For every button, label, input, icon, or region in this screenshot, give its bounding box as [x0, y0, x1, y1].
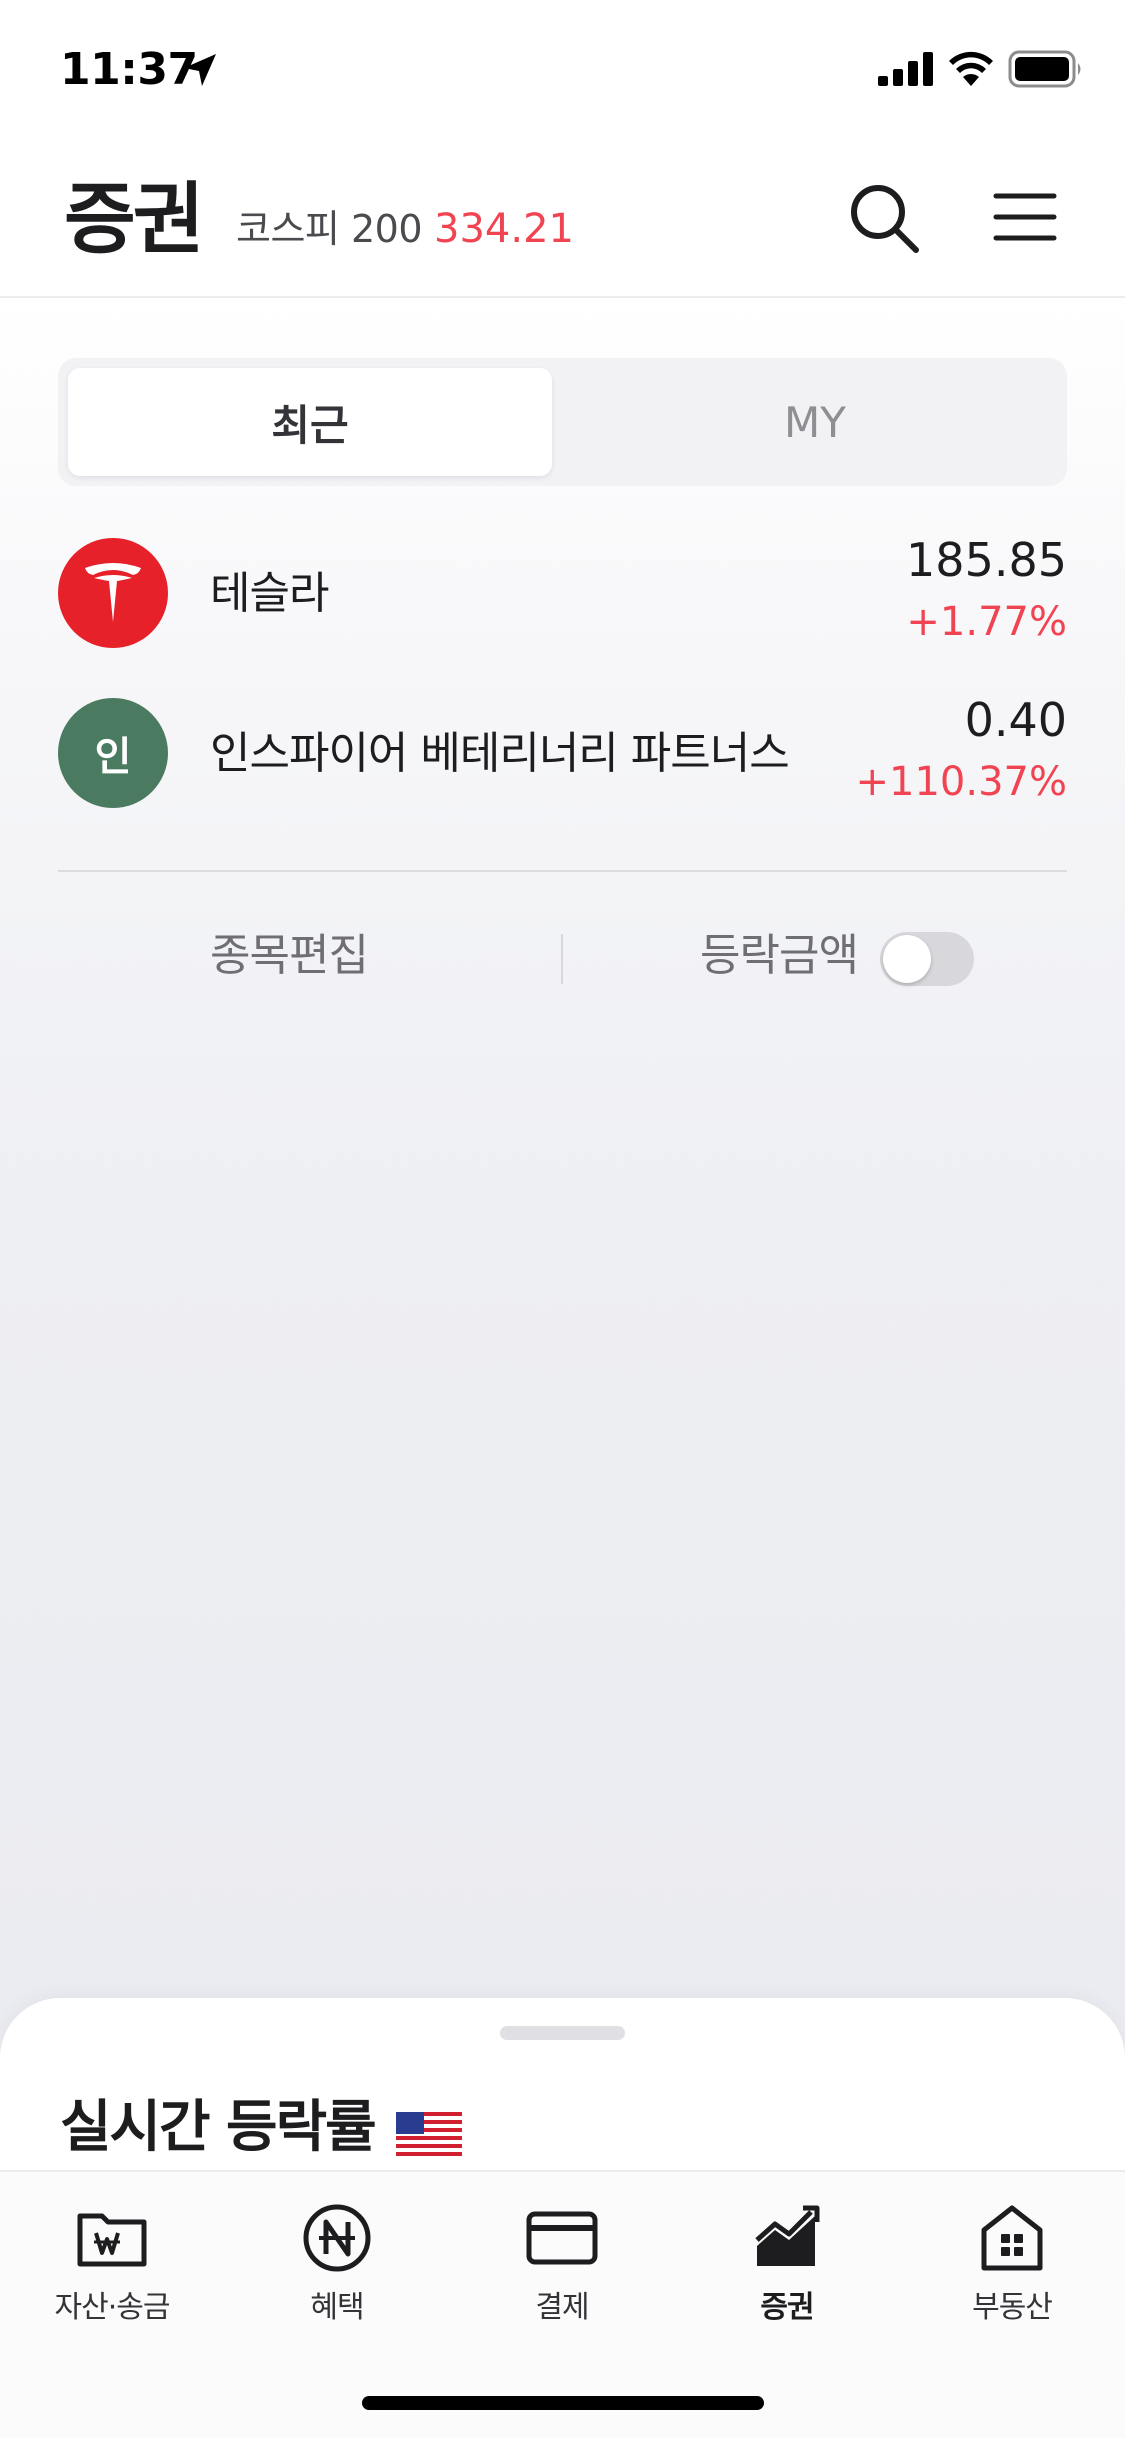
stock-change: +1.77% [906, 599, 1067, 645]
tab-label: 혜택 [310, 2290, 364, 2325]
tab-my[interactable]: MY [573, 368, 1057, 476]
tab-label: 부동산 [972, 2290, 1053, 2325]
stock-chart-icon [755, 2205, 820, 2266]
credit-card-icon [526, 2211, 598, 2265]
change-amount-label: 등락금액 [700, 930, 859, 981]
battery-icon [1008, 50, 1081, 88]
app-header: 증권 코스피 200 334.21 [0, 140, 1125, 298]
stock-price: 185.85 [906, 533, 1067, 587]
separator [561, 934, 563, 984]
divider [58, 870, 1067, 872]
tab-benefits[interactable]: 혜택 [237, 2200, 437, 2350]
location-arrow-icon [184, 54, 216, 86]
tab-stocks[interactable]: 증권 [687, 2200, 887, 2350]
building-icon [981, 2205, 1043, 2271]
tab-payment[interactable]: 결제 [462, 2200, 662, 2350]
status-bar: 11:37 [0, 0, 1125, 140]
status-time: 11:37 [60, 44, 198, 95]
stock-name: 테슬라 [210, 568, 329, 619]
tab-real-estate[interactable]: 부동산 [912, 2200, 1112, 2350]
toggle-knob [883, 935, 931, 983]
tab-label: 자산·송금 [54, 2290, 171, 2325]
segmented-control: 최근 MY [58, 358, 1067, 486]
tab-label: 결제 [535, 2290, 589, 2325]
stock-row-tesla[interactable]: 테슬라 185.85 +1.77% [58, 530, 1067, 670]
index-value[interactable]: 334.21 [434, 204, 574, 254]
index-name[interactable]: 코스피 200 [236, 204, 423, 254]
cellular-signal-icon [878, 52, 933, 86]
page-title: 증권 [64, 175, 205, 265]
home-indicator [362, 2396, 764, 2410]
stock-change: +110.37% [855, 759, 1067, 805]
benefit-coin-icon [303, 2204, 371, 2272]
wallet-folder-icon [77, 2213, 147, 2267]
tab-label: 증권 [760, 2290, 814, 2325]
sheet-title: 실시간 등락률 [60, 2095, 377, 2160]
us-flag-icon [396, 2112, 462, 2156]
wifi-icon [949, 51, 993, 86]
edit-stocks-button[interactable]: 종목편집 [210, 926, 369, 986]
tesla-logo-icon [58, 538, 168, 648]
tab-assets[interactable]: 자산·송금 [12, 2200, 212, 2350]
stock-row-inspire[interactable]: 인 인스파이어 베테리너리 파트너스 0.40 +110.37% [58, 690, 1067, 830]
stock-logo: 인 [58, 698, 168, 808]
change-amount-toggle[interactable] [880, 932, 974, 986]
stock-name: 인스파이어 베테리너리 파트너스 [210, 728, 790, 779]
sheet-drag-handle[interactable] [500, 2026, 625, 2040]
tab-recent[interactable]: 최근 [68, 368, 552, 476]
stock-price: 0.40 [964, 693, 1067, 747]
search-icon[interactable] [846, 180, 922, 256]
hamburger-menu-icon[interactable] [990, 182, 1060, 252]
